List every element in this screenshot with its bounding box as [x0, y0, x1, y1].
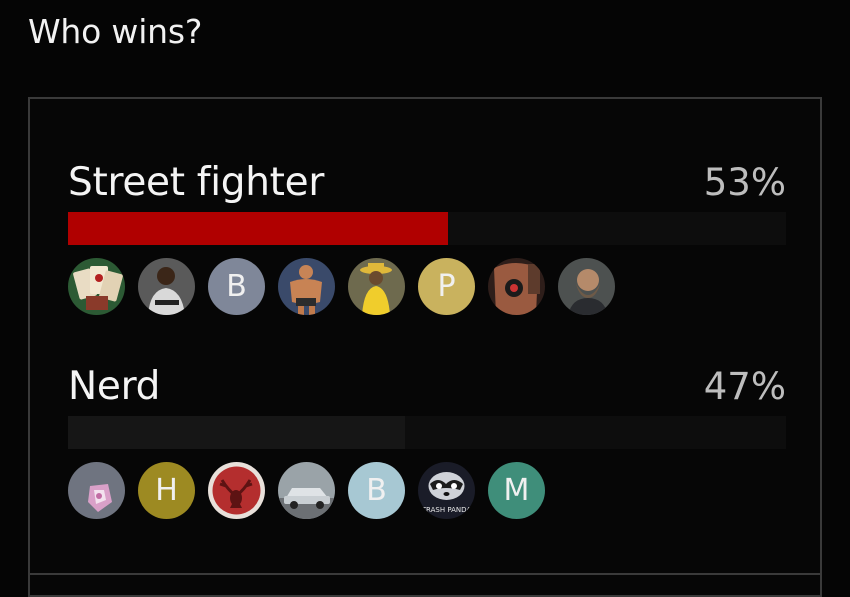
- tattoo-avatar-icon: [488, 258, 545, 315]
- vote-bar-fill: [68, 416, 405, 449]
- playing-cards-avatar-icon: [68, 258, 125, 315]
- avatar-caption: TRASH PANDA: [421, 506, 472, 514]
- option-header: Nerd 47%: [68, 361, 786, 413]
- voter-avatar[interactable]: M: [488, 462, 545, 519]
- voter-avatar[interactable]: B: [348, 462, 405, 519]
- divider: [30, 573, 820, 575]
- voter-avatar[interactable]: [278, 258, 335, 315]
- pattern-avatar-icon: [68, 462, 125, 519]
- option-percent: 53%: [703, 161, 786, 204]
- voter-avatar[interactable]: H: [138, 462, 195, 519]
- trash-panda-avatar-icon: TRASH PANDA: [418, 462, 475, 519]
- voter-avatar[interactable]: [348, 258, 405, 315]
- avatar-initial: B: [366, 473, 387, 508]
- voter-avatar[interactable]: TRASH PANDA: [418, 462, 475, 519]
- poll-option-nerd[interactable]: Nerd 47% H B TRASH PANDA M: [68, 361, 786, 519]
- car-avatar-icon: [278, 462, 335, 519]
- avatar-initial: M: [503, 473, 530, 508]
- voter-avatar[interactable]: [278, 462, 335, 519]
- yellow-hat-man-avatar-icon: [348, 258, 405, 315]
- voter-avatars: H B TRASH PANDA M: [68, 462, 786, 519]
- avatar-initial: B: [226, 269, 247, 304]
- voter-avatar[interactable]: [208, 462, 265, 519]
- option-header: Street fighter 53%: [68, 157, 786, 209]
- option-label: Street fighter: [68, 160, 325, 205]
- avatar-initial: H: [155, 473, 178, 508]
- spurs-player-avatar-icon: [138, 258, 195, 315]
- vote-bar-track: [68, 212, 786, 245]
- voter-avatar[interactable]: [68, 462, 125, 519]
- vote-bar-track: [68, 416, 786, 449]
- voter-avatar[interactable]: [138, 258, 195, 315]
- poll-option-street-fighter[interactable]: Street fighter 53% BP: [68, 157, 786, 315]
- avatar-initial: P: [437, 269, 456, 304]
- elk-avatar-icon: [208, 462, 265, 519]
- voter-avatar[interactable]: P: [418, 258, 475, 315]
- poll-question: Who wins?: [28, 12, 203, 51]
- bearded-man-avatar-icon: [558, 258, 615, 315]
- voter-avatar[interactable]: [488, 258, 545, 315]
- voter-avatar[interactable]: [558, 258, 615, 315]
- option-label: Nerd: [68, 364, 161, 409]
- voter-avatars: BP: [68, 258, 786, 315]
- poll-card: Street fighter 53% BP Nerd 47% H B TRASH P…: [28, 97, 822, 597]
- bodybuilder-avatar-icon: [278, 258, 335, 315]
- voter-avatar[interactable]: [68, 258, 125, 315]
- vote-bar-fill: [68, 212, 448, 245]
- option-percent: 47%: [703, 365, 786, 408]
- voter-avatar[interactable]: B: [208, 258, 265, 315]
